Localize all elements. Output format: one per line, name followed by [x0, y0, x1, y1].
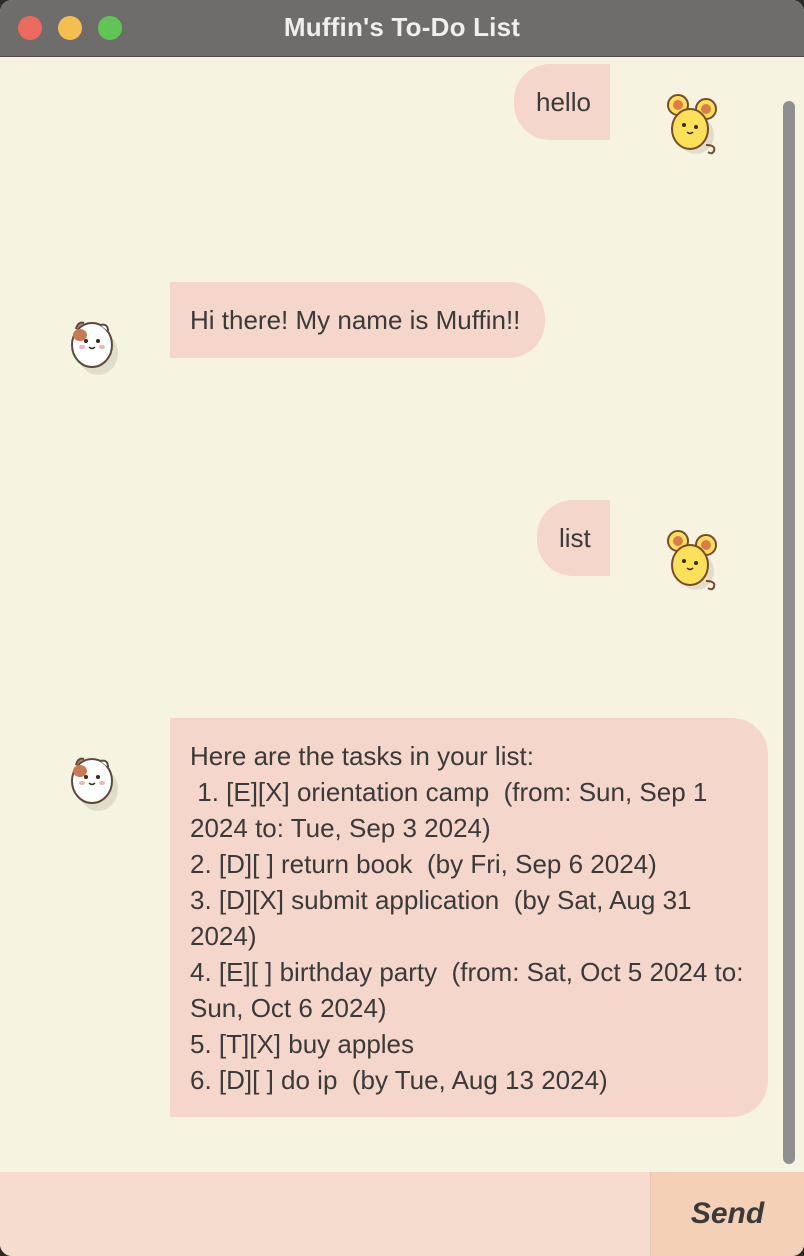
bot-hamster-avatar-icon: [71, 757, 118, 811]
scrollbar-thumb[interactable]: [783, 101, 795, 1164]
window-title: Muffin's To-Do List: [283, 12, 521, 42]
bot-message-bubble: Hi there! My name is Muffin!!: [170, 282, 545, 358]
bot-hamster-avatar-icon: [71, 321, 118, 375]
vertical-scrollbar[interactable]: [780, 57, 800, 1171]
user-mouse-avatar-icon: [667, 94, 717, 155]
title-bar: Muffin's To-Do List: [0, 0, 804, 57]
message-input[interactable]: [0, 1172, 650, 1256]
user-message-bubble: hello: [514, 64, 610, 140]
bot-message-bubble: Here are the tasks in your list: 1. [E][…: [170, 718, 768, 1117]
user-mouse-avatar-icon: [667, 530, 717, 591]
send-button[interactable]: Send: [650, 1172, 804, 1256]
chat-scroll-pane[interactable]: hello Hi there! My name is Muffin!! list…: [0, 57, 804, 1171]
app-window: Muffin's To-Do List hello Hi there! My n…: [0, 0, 804, 1256]
user-message-bubble: list: [537, 500, 610, 576]
